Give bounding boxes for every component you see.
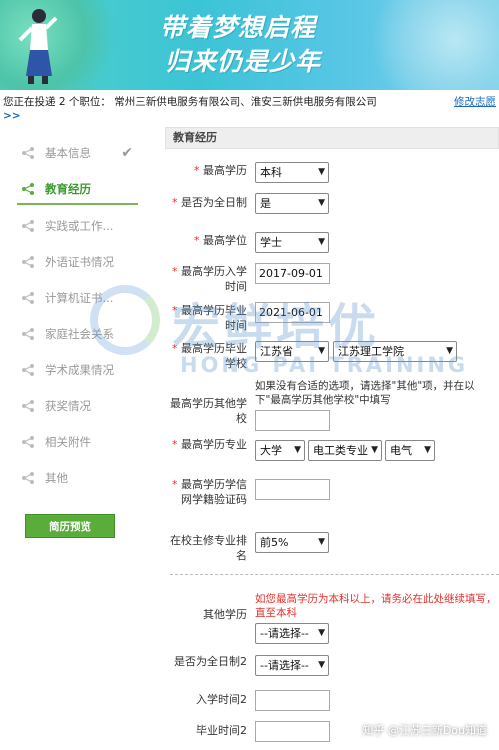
dropdown-arrow-icon: ▼ [318,198,325,208]
share-node-icon [22,147,34,159]
dropdown-arrow-icon: ▼ [318,537,325,547]
education-form: 教育经历 * 最高学历 本科 ▼ * 是否为全日制 是 ▼ * 最高学位 学士 ▼ *… [165,127,499,750]
highest-degree-level-select[interactable]: 本科 ▼ [255,162,329,183]
grad-date2-input[interactable] [255,721,330,742]
banner-slogan-line2: 归来仍是少年 [165,47,322,76]
verify-code-label: * 最高学历学信网学籍验证码 [172,478,247,506]
banner-slogan-line1: 带着梦想启程 [160,13,317,42]
zhihu-watermark: 知乎 @江苏三新Dou知道 [362,724,487,737]
share-node-icon [22,256,34,268]
applied-positions-text: 您正在投递 2 个职位： 常州三新供电服务有限公司、淮安三新供电服务有限公司 [3,96,377,108]
more-link[interactable]: >> [3,110,21,123]
share-node-icon [22,400,34,412]
sidebar-item-education[interactable]: 教育经历 [17,176,138,205]
sidebar-item-computer-cert[interactable]: 计算机证书... [17,285,137,311]
other-school-input[interactable] [255,410,330,431]
enroll-date-input[interactable]: 2017-09-01 [255,263,330,284]
enroll-date2-label: 入学时间2 [196,693,247,706]
share-node-icon [22,220,34,232]
sidebar-item-basic-info[interactable]: 基本信息 ✔ [17,140,137,166]
sidebar-item-attachments[interactable]: 相关附件 [17,429,137,455]
sidebar-item-label: 教育经历 [45,182,91,196]
sidebar-item-label: 家庭社会关系 [45,327,114,341]
applied-positions-bar: 您正在投递 2 个职位： 常州三新供电服务有限公司、淮安三新供电服务有限公司 修… [0,92,499,126]
share-node-icon [22,292,34,304]
dropdown-arrow-icon: ▼ [318,167,325,177]
rank-label: 在校主修专业排名 [170,534,247,562]
sidebar-item-label: 基本信息 [45,146,91,160]
dropdown-arrow-icon: ▼ [318,237,325,247]
sidebar-item-label: 获奖情况 [45,399,91,413]
change-preference-link[interactable]: 修改志愿 [454,96,496,109]
sidebar-item-family[interactable]: 家庭社会关系 [17,321,137,347]
full-time-label: * 是否为全日制 [172,196,247,209]
sidebar-item-label: 学术成果情况 [45,363,114,377]
sidebar-item-awards[interactable]: 获奖情况 [17,393,137,419]
sidebar-item-label: 实践或工作... [45,219,114,233]
major-class-select[interactable]: 电工类专业 ▼ [308,440,382,461]
dropdown-arrow-icon: ▼ [318,660,325,670]
enroll-date2-input[interactable] [255,690,330,711]
dropdown-arrow-icon: ▼ [424,445,431,455]
sidebar-item-academic[interactable]: 学术成果情况 [17,357,137,383]
sidebar-item-label: 外语证书情况 [45,255,114,269]
grad-date-input[interactable]: 2021-06-01 [255,302,330,323]
dropdown-arrow-icon: ▼ [318,628,325,638]
other-school-label: 最高学历其他学校 [170,397,247,425]
sidebar-item-other[interactable]: 其他 [17,465,137,491]
share-node-icon [22,328,34,340]
other-degree-tip: 如您最高学历为本科以上，请务必在此处继续填写，直至本科 [255,593,497,619]
sidebar-item-label: 其他 [45,471,68,485]
checkmark-icon: ✔ [121,145,133,161]
banner-figure-illustration [18,9,58,84]
section-title: 教育经历 [165,127,499,149]
sidebar-item-practice[interactable]: 实践或工作... [17,213,137,239]
verify-code-input[interactable] [255,479,330,500]
sidebar-item-language-cert[interactable]: 外语证书情况 [17,249,137,275]
school-label: * 最高学历毕业学校 [172,342,247,370]
dropdown-arrow-icon: ▼ [318,346,325,356]
other-degree-select[interactable]: --请选择-- ▼ [255,623,329,644]
other-school-hint: 如果没有合适的选项，请选择"其他"项，并在以下"最高学历其他学校"中填写 [255,380,475,406]
grad-date-label: * 最高学历毕业时间 [172,304,247,332]
sidebar-item-label: 相关附件 [45,435,91,449]
full-time2-select[interactable]: --请选择-- ▼ [255,655,329,676]
major-category-select[interactable]: 大学 ▼ [255,440,305,461]
highest-degree-level-label: * 最高学历 [194,164,247,177]
major-label: * 最高学历专业 [172,438,247,451]
full-time2-label: 是否为全日制2 [174,655,247,668]
dropdown-arrow-icon: ▼ [294,445,301,455]
sidebar-item-label: 计算机证书... [45,291,114,305]
share-node-icon [22,436,34,448]
sidebar: 基本信息 ✔ 教育经历 实践或工作... 外语证书情况 计算机证书... 家庭社… [0,134,150,554]
share-node-icon [22,472,34,484]
other-degree-label: 其他学历 [203,608,247,621]
grad-date2-label: 毕业时间2 [196,724,247,737]
school-province-select[interactable]: 江苏省 ▼ [255,341,329,362]
highest-degree-select[interactable]: 学士 ▼ [255,232,329,253]
school-select[interactable]: 江苏理工学院 ▼ [333,341,457,362]
resume-preview-button[interactable]: 简历预览 [25,514,115,538]
full-time-select[interactable]: 是 ▼ [255,193,329,214]
major-select[interactable]: 电气 ▼ [385,440,435,461]
highest-degree-label: * 最高学位 [194,234,247,247]
banner-decoration [359,0,499,90]
share-node-icon [22,364,34,376]
dropdown-arrow-icon: ▼ [446,346,453,356]
rank-select[interactable]: 前5% ▼ [255,532,329,553]
enroll-date-label: * 最高学历入学时间 [172,265,247,293]
banner: 带着梦想启程 归来仍是少年 [0,0,499,90]
share-node-icon [22,183,34,195]
section-divider [170,574,499,575]
dropdown-arrow-icon: ▼ [371,445,378,455]
